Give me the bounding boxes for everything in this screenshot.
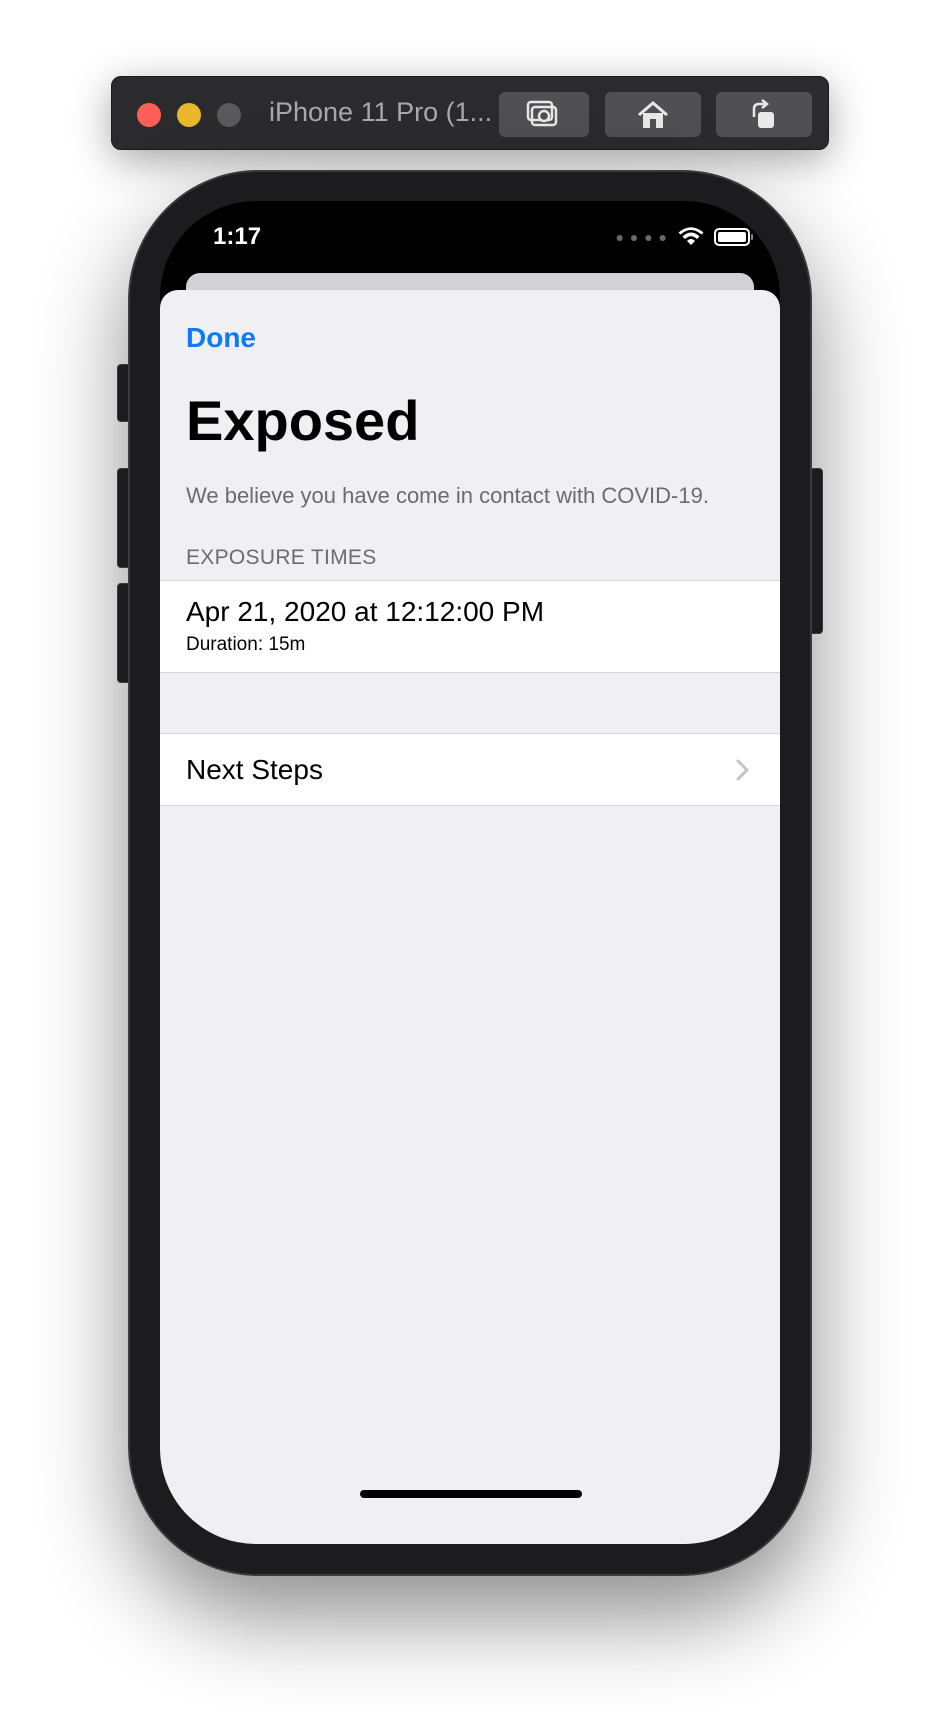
- battery-icon: [714, 228, 753, 246]
- screenshot-button[interactable]: [499, 92, 589, 137]
- page-title: Exposed: [186, 389, 420, 452]
- close-window-button[interactable]: [137, 103, 161, 127]
- chevron-right-icon: [736, 759, 749, 781]
- status-time: 1:17: [213, 223, 262, 250]
- zoom-window-button[interactable]: [217, 103, 241, 127]
- next-steps-row[interactable]: Next Steps: [160, 733, 780, 806]
- wifi-icon: [678, 227, 704, 245]
- exposure-date: Apr 21, 2020 at 12:12:00 PM: [186, 596, 545, 627]
- exposure-row: Apr 21, 2020 at 12:12:00 PM Duration: 15…: [160, 580, 780, 673]
- page-subtitle: We believe you have come in contact with…: [186, 483, 709, 508]
- exposure-times-header: EXPOSURE TIMES: [186, 546, 377, 569]
- status-icons: ● ● ● ●: [615, 227, 753, 247]
- next-steps-label: Next Steps: [186, 754, 323, 785]
- done-button[interactable]: Done: [186, 322, 256, 354]
- home-icon: [638, 100, 668, 128]
- minimize-window-button[interactable]: [177, 103, 201, 127]
- simulator-title: iPhone 11 Pro (1...: [269, 97, 493, 127]
- exposure-duration: Duration: 15m: [186, 634, 306, 655]
- home-indicator[interactable]: [360, 1490, 582, 1498]
- phone-screen: 1:17 ● ● ● ● Done Exposed We believe you…: [160, 201, 780, 1544]
- rotate-button[interactable]: [716, 92, 812, 137]
- home-button[interactable]: [605, 92, 701, 137]
- exposure-sheet: Done Exposed We believe you have come in…: [160, 290, 780, 1544]
- camera-icon: [526, 100, 558, 126]
- rotate-icon: [752, 98, 774, 128]
- signal-icon: ● ● ● ●: [615, 229, 668, 245]
- simulator-toolbar: iPhone 11 Pro (1...: [111, 76, 829, 150]
- notch: [297, 201, 643, 250]
